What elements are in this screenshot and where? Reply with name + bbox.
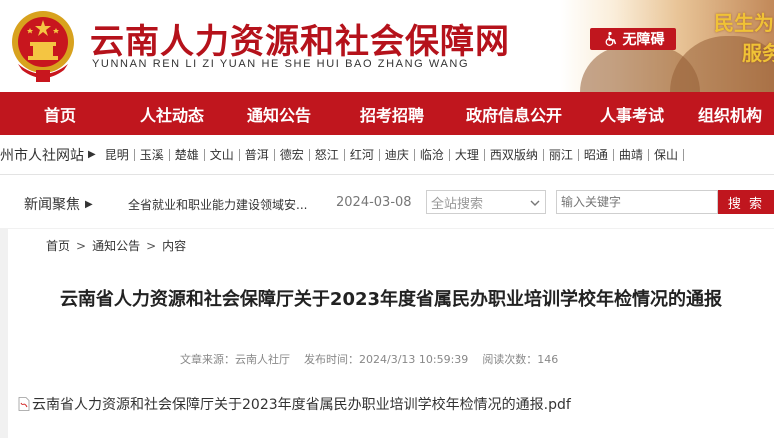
city-links-label-text: 州市人社网站 <box>0 147 84 164</box>
city-links-label: 州市人社网站 ▶ <box>0 145 100 165</box>
nav-item-gov-info[interactable]: 政府信息公开 <box>450 92 578 135</box>
city-link[interactable]: 德宏 <box>275 148 310 161</box>
site-header: 云南人力资源和社会保障网 YUNNAN REN LI ZI YUAN HE SH… <box>0 0 774 92</box>
city-link[interactable]: 保山 <box>649 148 684 161</box>
header-slogan: 民生为 服务 <box>714 8 774 68</box>
breadcrumb-current: 内容 <box>162 239 187 253</box>
attachment-filename: 云南省人力资源和社会保障厅关于2023年度省属民办职业培训学校年检情况的通报.p… <box>32 397 571 413</box>
pdf-file-icon <box>18 397 30 411</box>
slogan-line-1: 民生为 <box>714 11 774 35</box>
breadcrumb-separator: > <box>146 238 157 253</box>
city-link[interactable]: 红河 <box>345 148 380 161</box>
breadcrumb-separator: > <box>76 238 87 253</box>
site-title: 云南人力资源和社会保障网 <box>90 22 510 62</box>
city-link[interactable]: 迪庆 <box>380 148 415 161</box>
news-search-row: 新闻聚焦 ▶ 全省就业和职业能力建设领域安... 2024-03-08 全站搜索… <box>0 176 774 228</box>
city-link[interactable]: 普洱 <box>240 148 275 161</box>
city-link[interactable]: 昭通 <box>579 148 614 161</box>
article-source: 文章来源：云南人社厅 <box>180 353 290 366</box>
search-button[interactable]: 搜 索 <box>718 190 774 214</box>
city-link[interactable]: 文山 <box>205 148 240 161</box>
city-link[interactable]: 玉溪 <box>135 148 170 161</box>
article-view-count: 阅读次数：146 <box>482 353 559 366</box>
news-focus-label-text: 新闻聚焦 <box>24 197 80 213</box>
main-nav: 首页 人社动态 通知公告 招考招聘 政府信息公开 人事考试 组织机构 <box>0 92 774 135</box>
attachment-link[interactable]: 云南省人力资源和社会保障厅关于2023年度省属民办职业培训学校年检情况的通报.p… <box>18 394 571 414</box>
article-title: 云南省人力资源和社会保障厅关于2023年度省属民办职业培训学校年检情况的通报 <box>59 289 723 310</box>
article-meta: 文章来源：云南人社厅 发布时间：2024/3/13 10:59:39 阅读次数：… <box>180 351 558 367</box>
city-link[interactable]: 昆明 <box>100 148 135 161</box>
national-emblem-icon <box>12 11 74 82</box>
site-pinyin: YUNNAN REN LI ZI YUAN HE SHE HUI BAO ZHA… <box>92 58 470 70</box>
accessibility-button[interactable]: 无障碍 <box>590 28 676 50</box>
city-links-row: 州市人社网站 ▶ 昆明 玉溪 楚雄 文山 普洱 德宏 怒江 红河 迪庆 临沧 大… <box>0 135 774 175</box>
article-publish-time: 发布时间：2024/3/13 10:59:39 <box>304 353 469 366</box>
wheelchair-icon <box>602 30 620 48</box>
city-link[interactable]: 曲靖 <box>614 148 649 161</box>
nav-item-organization[interactable]: 组织机构 <box>686 92 774 135</box>
city-link[interactable]: 临沧 <box>415 148 450 161</box>
slogan-line-2: 服务 <box>742 41 774 65</box>
nav-item-notices[interactable]: 通知公告 <box>224 92 334 135</box>
city-link[interactable]: 怒江 <box>310 148 345 161</box>
breadcrumb: 首页 > 通知公告 > 内容 <box>46 237 186 254</box>
site-search-placeholder: 全站搜索 <box>431 196 484 212</box>
accessibility-label: 无障碍 <box>622 32 665 48</box>
nav-item-recruitment[interactable]: 招考招聘 <box>334 92 450 135</box>
city-link[interactable]: 楚雄 <box>170 148 205 161</box>
news-date: 2024-03-08 <box>336 195 412 210</box>
nav-item-personnel-exam[interactable]: 人事考试 <box>578 92 686 135</box>
triangle-right-icon: ▶ <box>88 149 96 160</box>
breadcrumb-section-link[interactable]: 通知公告 <box>92 237 140 254</box>
keyword-search-input[interactable] <box>556 190 718 214</box>
breadcrumb-home-link[interactable]: 首页 <box>46 237 70 254</box>
site-search-select[interactable]: 全站搜索 <box>426 190 546 214</box>
city-link[interactable]: 大理 <box>450 148 485 161</box>
city-link[interactable]: 丽江 <box>544 148 579 161</box>
article-panel: 首页 > 通知公告 > 内容 云南省人力资源和社会保障厅关于2023年度省属民办… <box>8 229 774 438</box>
nav-item-home[interactable]: 首页 <box>0 92 120 135</box>
nav-item-hr-news[interactable]: 人社动态 <box>120 92 224 135</box>
news-headline-link[interactable]: 全省就业和职业能力建设领域安... <box>128 196 334 213</box>
news-focus-label: 新闻聚焦 ▶ <box>24 194 93 214</box>
triangle-right-icon: ▶ <box>85 198 93 210</box>
city-link[interactable]: 西双版纳 <box>485 148 544 161</box>
chevron-down-icon <box>530 197 540 212</box>
